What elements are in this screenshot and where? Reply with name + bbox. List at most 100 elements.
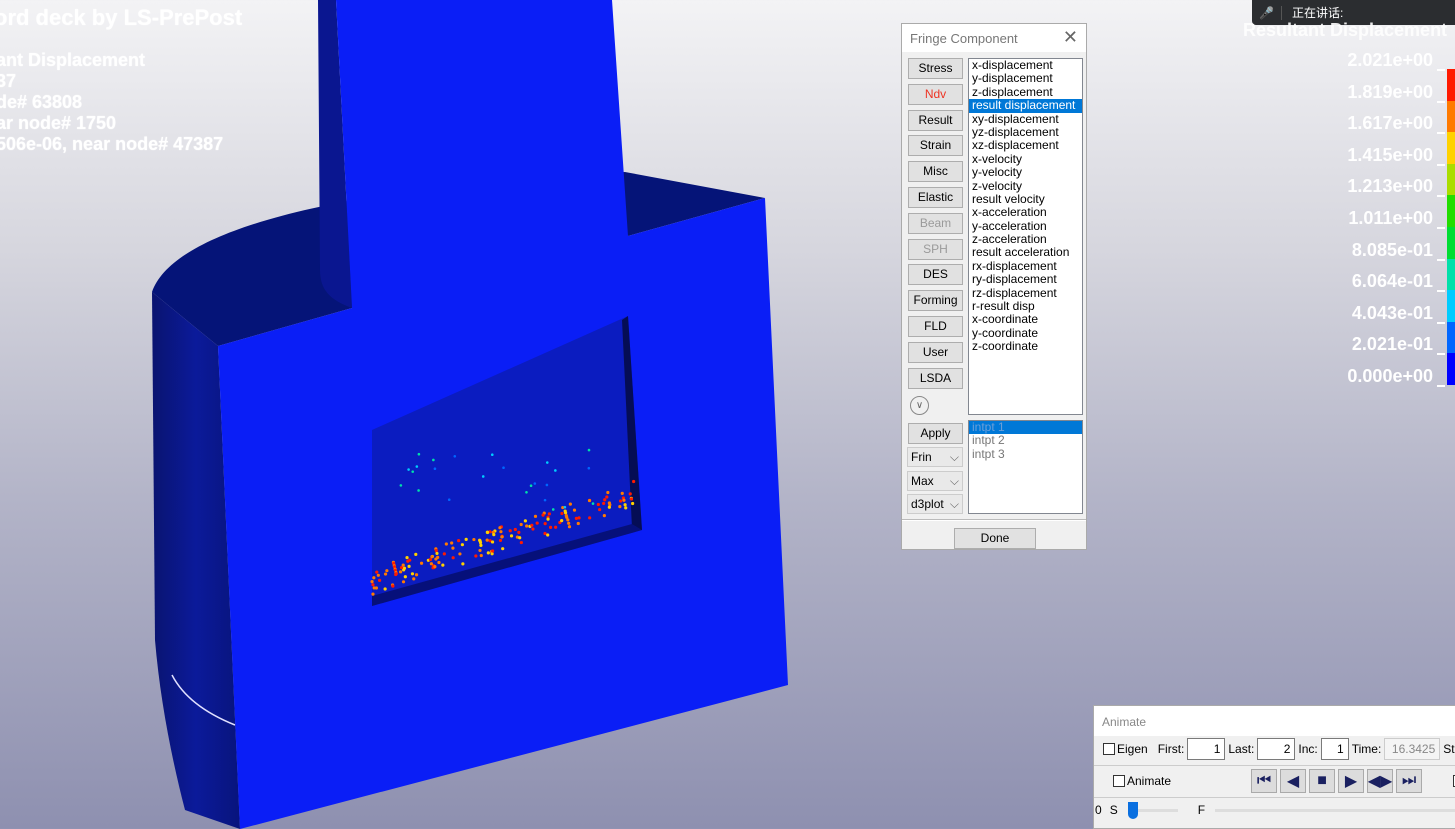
fringe-button-stress[interactable]: Stress bbox=[908, 58, 963, 79]
legend-label: 1.415e+00 bbox=[1347, 144, 1433, 165]
bounce-icon[interactable]: ◀▶ bbox=[1367, 769, 1394, 793]
frame-slider[interactable] bbox=[1215, 808, 1455, 812]
fringe-button-lsda[interactable]: LSDA bbox=[908, 367, 963, 389]
last-input[interactable]: 2 bbox=[1257, 738, 1296, 760]
legend-color-segment bbox=[1447, 132, 1455, 164]
list-item[interactable]: y-displacement bbox=[969, 71, 1082, 85]
fringe-button-misc[interactable]: Misc bbox=[908, 161, 963, 183]
hotspot-dot bbox=[457, 539, 461, 543]
hotspot-dot bbox=[444, 542, 448, 546]
apply-button[interactable]: Apply bbox=[908, 423, 963, 444]
list-item[interactable]: intpt 3 bbox=[969, 447, 1082, 461]
list-item[interactable]: x-velocity bbox=[969, 152, 1082, 166]
fringe-button-result[interactable]: Result bbox=[908, 109, 963, 131]
hotspot-dot bbox=[385, 569, 389, 573]
list-item[interactable]: y-velocity bbox=[969, 165, 1082, 179]
hotspot-dot bbox=[472, 537, 476, 542]
hotspot-dot bbox=[492, 533, 496, 537]
play-icon[interactable]: ▶ bbox=[1338, 769, 1365, 793]
list-item[interactable]: y-coordinate bbox=[969, 326, 1082, 340]
hotspot-dot bbox=[498, 538, 503, 543]
hotspot-dot bbox=[546, 533, 550, 537]
hotspot-dot bbox=[576, 521, 580, 526]
hotspot-dot bbox=[371, 583, 375, 587]
fringe-button-user[interactable]: User bbox=[908, 341, 963, 363]
dropdown-max[interactable]: Max ⌵ bbox=[907, 470, 963, 491]
hotspot-dot bbox=[588, 516, 592, 520]
hotspot-dot bbox=[433, 565, 437, 569]
hotspot-dot bbox=[554, 525, 558, 529]
last-frame-icon[interactable]: ⏭ bbox=[1396, 769, 1423, 793]
hotspot-dot bbox=[632, 479, 636, 484]
dropdown-d3plot[interactable]: d3plot ⌵ bbox=[907, 494, 963, 514]
eigen-checkbox[interactable] bbox=[1103, 743, 1115, 755]
hotspot-dot bbox=[453, 454, 457, 458]
list-item[interactable]: x-displacement bbox=[969, 58, 1082, 72]
hotspot-dot bbox=[442, 552, 446, 556]
list-item[interactable]: z-acceleration bbox=[969, 232, 1082, 246]
list-item[interactable]: yz-displacement bbox=[969, 125, 1082, 139]
legend-color-segment bbox=[1447, 258, 1455, 291]
list-item[interactable]: intpt 2 bbox=[969, 433, 1082, 447]
hotspot-dot bbox=[530, 523, 534, 527]
hotspot-dot bbox=[519, 522, 523, 527]
list-item[interactable]: x-coordinate bbox=[969, 313, 1082, 327]
list-item[interactable]: result velocity bbox=[969, 192, 1082, 206]
list-item[interactable]: r-result disp bbox=[969, 299, 1082, 313]
fringe-button-fld[interactable]: FLD bbox=[908, 316, 963, 337]
list-item[interactable]: x-acceleration bbox=[969, 205, 1082, 219]
hotspot-dot bbox=[622, 498, 626, 502]
component-list[interactable]: x-displacement y-displacement z-displaceme… bbox=[968, 58, 1083, 415]
mic-muted-icon[interactable]: 🎤 bbox=[1252, 5, 1282, 20]
speed-slider[interactable] bbox=[1127, 801, 1178, 819]
list-item[interactable]: z-coordinate bbox=[969, 339, 1082, 353]
hotspot-dot bbox=[437, 560, 441, 565]
legend-color-segment bbox=[1447, 290, 1455, 322]
legend-label: 2.021e+00 bbox=[1347, 50, 1433, 70]
fringe-button-des[interactable]: DES bbox=[908, 264, 963, 286]
hotspot-dot bbox=[461, 562, 465, 566]
fringe-button-ndv[interactable]: Ndv bbox=[908, 83, 963, 105]
list-item[interactable]: z-displacement bbox=[969, 85, 1082, 99]
legend-tick bbox=[1437, 321, 1445, 324]
animate-checkbox[interactable] bbox=[1113, 775, 1125, 787]
hotspot-dot bbox=[631, 501, 635, 506]
list-item[interactable]: z-velocity bbox=[969, 179, 1082, 193]
list-item[interactable]: result acceleration bbox=[969, 246, 1082, 260]
first-frame-icon[interactable]: ⏮ bbox=[1251, 769, 1278, 793]
hotspot-dot bbox=[607, 505, 611, 509]
legend-label: 1.011e+00 bbox=[1348, 208, 1433, 228]
fringe-button-strain[interactable]: Strain bbox=[908, 135, 963, 157]
list-item[interactable]: rz-displacement bbox=[969, 286, 1082, 300]
fringe-button-forming[interactable]: Forming bbox=[908, 290, 963, 312]
list-item[interactable]: intpt 1 bbox=[969, 420, 1082, 435]
list-item[interactable]: result displacement bbox=[969, 98, 1082, 113]
list-item[interactable]: y-acceleration bbox=[969, 219, 1082, 233]
fringe-button-elastic[interactable]: Elastic bbox=[908, 187, 963, 208]
list-item[interactable]: xy-displacement bbox=[969, 112, 1082, 126]
dropdown-value: d3plot bbox=[911, 497, 944, 511]
hotspot-dot bbox=[394, 572, 398, 576]
done-button[interactable]: Done bbox=[954, 528, 1036, 549]
legend-tick bbox=[1437, 163, 1445, 166]
hotspot-dot bbox=[623, 503, 627, 507]
hotspot-dot bbox=[603, 498, 607, 502]
chevron-down-icon: ⌵ bbox=[949, 473, 959, 488]
info-line: ar node# 1750 bbox=[0, 113, 117, 133]
intpt-list[interactable]: intpt 1 intpt 2 intpt 3 bbox=[968, 420, 1083, 514]
expand-icon[interactable]: ∨ bbox=[910, 396, 929, 415]
inc-input[interactable]: 1 bbox=[1320, 738, 1349, 760]
list-item[interactable]: rx-displacement bbox=[969, 259, 1082, 273]
list-item[interactable]: ry-displacement bbox=[969, 272, 1082, 286]
stop-icon[interactable]: ■ bbox=[1309, 769, 1336, 793]
step-back-icon[interactable]: ◀ bbox=[1280, 769, 1307, 793]
dropdown-frin[interactable]: Frin ⌵ bbox=[907, 447, 963, 467]
hotspot-dot bbox=[546, 517, 550, 521]
hotspot-dot bbox=[572, 508, 577, 512]
legend-label: 1.819e+00 bbox=[1347, 81, 1433, 102]
close-icon[interactable]: ✕ bbox=[1063, 27, 1078, 48]
list-item[interactable]: xz-displacement bbox=[969, 138, 1082, 152]
animate-panel: Animate Eigen First: 1 Last: 2 Inc: 1 Time:… bbox=[1093, 705, 1455, 829]
speed-slider-thumb[interactable] bbox=[1127, 801, 1138, 819]
first-input[interactable]: 1 bbox=[1187, 738, 1226, 760]
